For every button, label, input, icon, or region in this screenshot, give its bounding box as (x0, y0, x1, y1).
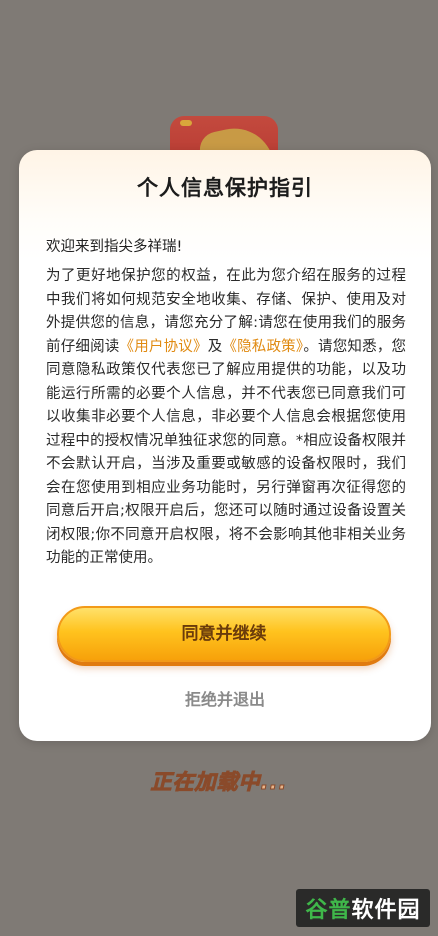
body-text-part2: 。请您知悉，您同意隐私政策仅代表您已了解应用提供的功能，以及功能运行所需的必要个… (46, 338, 407, 567)
watermark-part1: 谷普 (305, 898, 352, 923)
privacy-policy-link[interactable]: 《隐私政策》 (222, 339, 303, 355)
user-agreement-link[interactable]: 《用户协议》 (120, 339, 208, 355)
reject-button[interactable]: 拒绝并退出 (19, 686, 431, 710)
welcome-text: 欢迎来到指尖多祥瑞! (46, 239, 183, 255)
dialog-title: 个人信息保护指引 (137, 176, 313, 200)
dialog-body: 为了更好地保护您的权益，在此为您介绍在服务的过程中我们将如何规范安全地收集、存储… (46, 265, 406, 571)
privacy-dialog: 个人信息保护指引 欢迎来到指尖多祥瑞! 为了更好地保护您的权益，在此为您介绍在服… (19, 150, 431, 741)
body-text-and: 及 (207, 338, 223, 355)
agree-button[interactable]: 同意并继续 (57, 606, 391, 662)
watermark-part2: 软件园 (351, 898, 421, 923)
watermark-logo: 谷普 软件园 (296, 889, 430, 927)
app-icon-accent (180, 120, 192, 126)
loading-text: 正在加载中... (150, 770, 288, 795)
